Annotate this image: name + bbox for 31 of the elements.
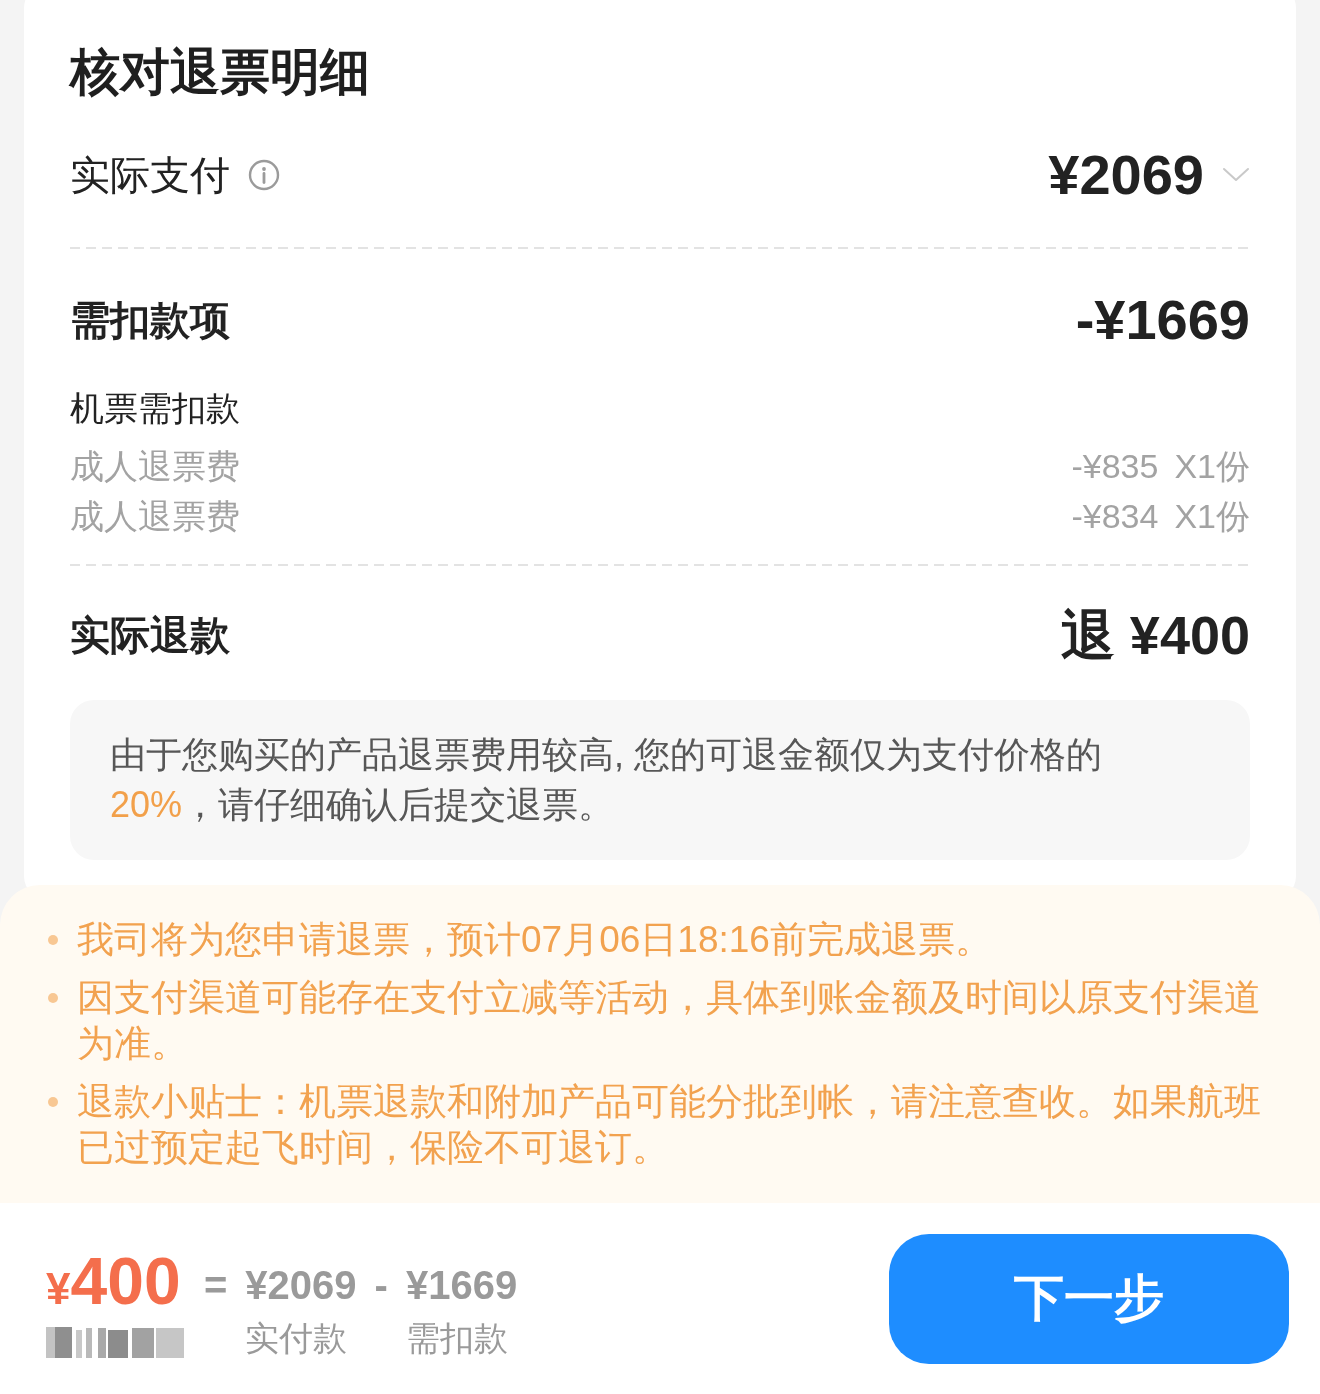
tip-text: 退款小贴士：机票退款和附加产品可能分批到帐，请注意查收。如果航班已过预定起飞时间，保险不可退订。 (77, 1080, 1262, 1170)
tip-text: 因支付渠道可能存在支付立减等活动，具体到账金额及时间以原支付渠道为准。 (77, 976, 1262, 1066)
fee-amount: -¥834 (1071, 496, 1159, 537)
refund-label: 实际退款 (70, 612, 230, 659)
term-amount: ¥2069 (245, 1261, 357, 1309)
fee-name: 成人退票费 (70, 496, 240, 537)
term-label: 需扣款 (405, 1317, 508, 1359)
tip-text: 我司将为您申请退票，预计07月06日18:16前完成退票。 (77, 918, 993, 962)
term-label: 实付款 (245, 1317, 348, 1359)
fee-amount: -¥835 (1071, 446, 1159, 487)
next-step-button[interactable]: 下一步 (889, 1233, 1289, 1364)
refund-total: ¥400 (46, 1245, 181, 1316)
page-title: 核对退票明细 (70, 43, 371, 102)
group-label: 机票需扣款 (70, 388, 241, 429)
deductions-label: 需扣款项 (70, 297, 230, 344)
operator-sign: - (374, 1261, 388, 1309)
bullet-icon (48, 993, 58, 1003)
chevron-down-icon[interactable] (1222, 167, 1250, 183)
paid-label: 实际支付 (70, 152, 230, 199)
bullet-icon (48, 935, 58, 945)
fee-quantity: X1份 (1174, 496, 1250, 537)
bullet-icon (48, 1097, 58, 1107)
refund-amount: 退 ¥400 (1060, 604, 1250, 667)
deductions-amount: -¥1669 (1075, 288, 1250, 352)
warning-text: 由于您购买的产品退票费用较高, 您的可退金额仅为支付价格的 20%，请仔细确认后提交退票。 (110, 733, 1103, 827)
fee-name: 成人退票费 (70, 446, 240, 487)
paid-amount: ¥2069 (1048, 143, 1204, 207)
info-icon[interactable] (248, 159, 280, 191)
operator-sign: = (204, 1261, 228, 1309)
term-amount: ¥1669 (405, 1261, 518, 1309)
fee-quantity: X1份 (1174, 446, 1250, 487)
